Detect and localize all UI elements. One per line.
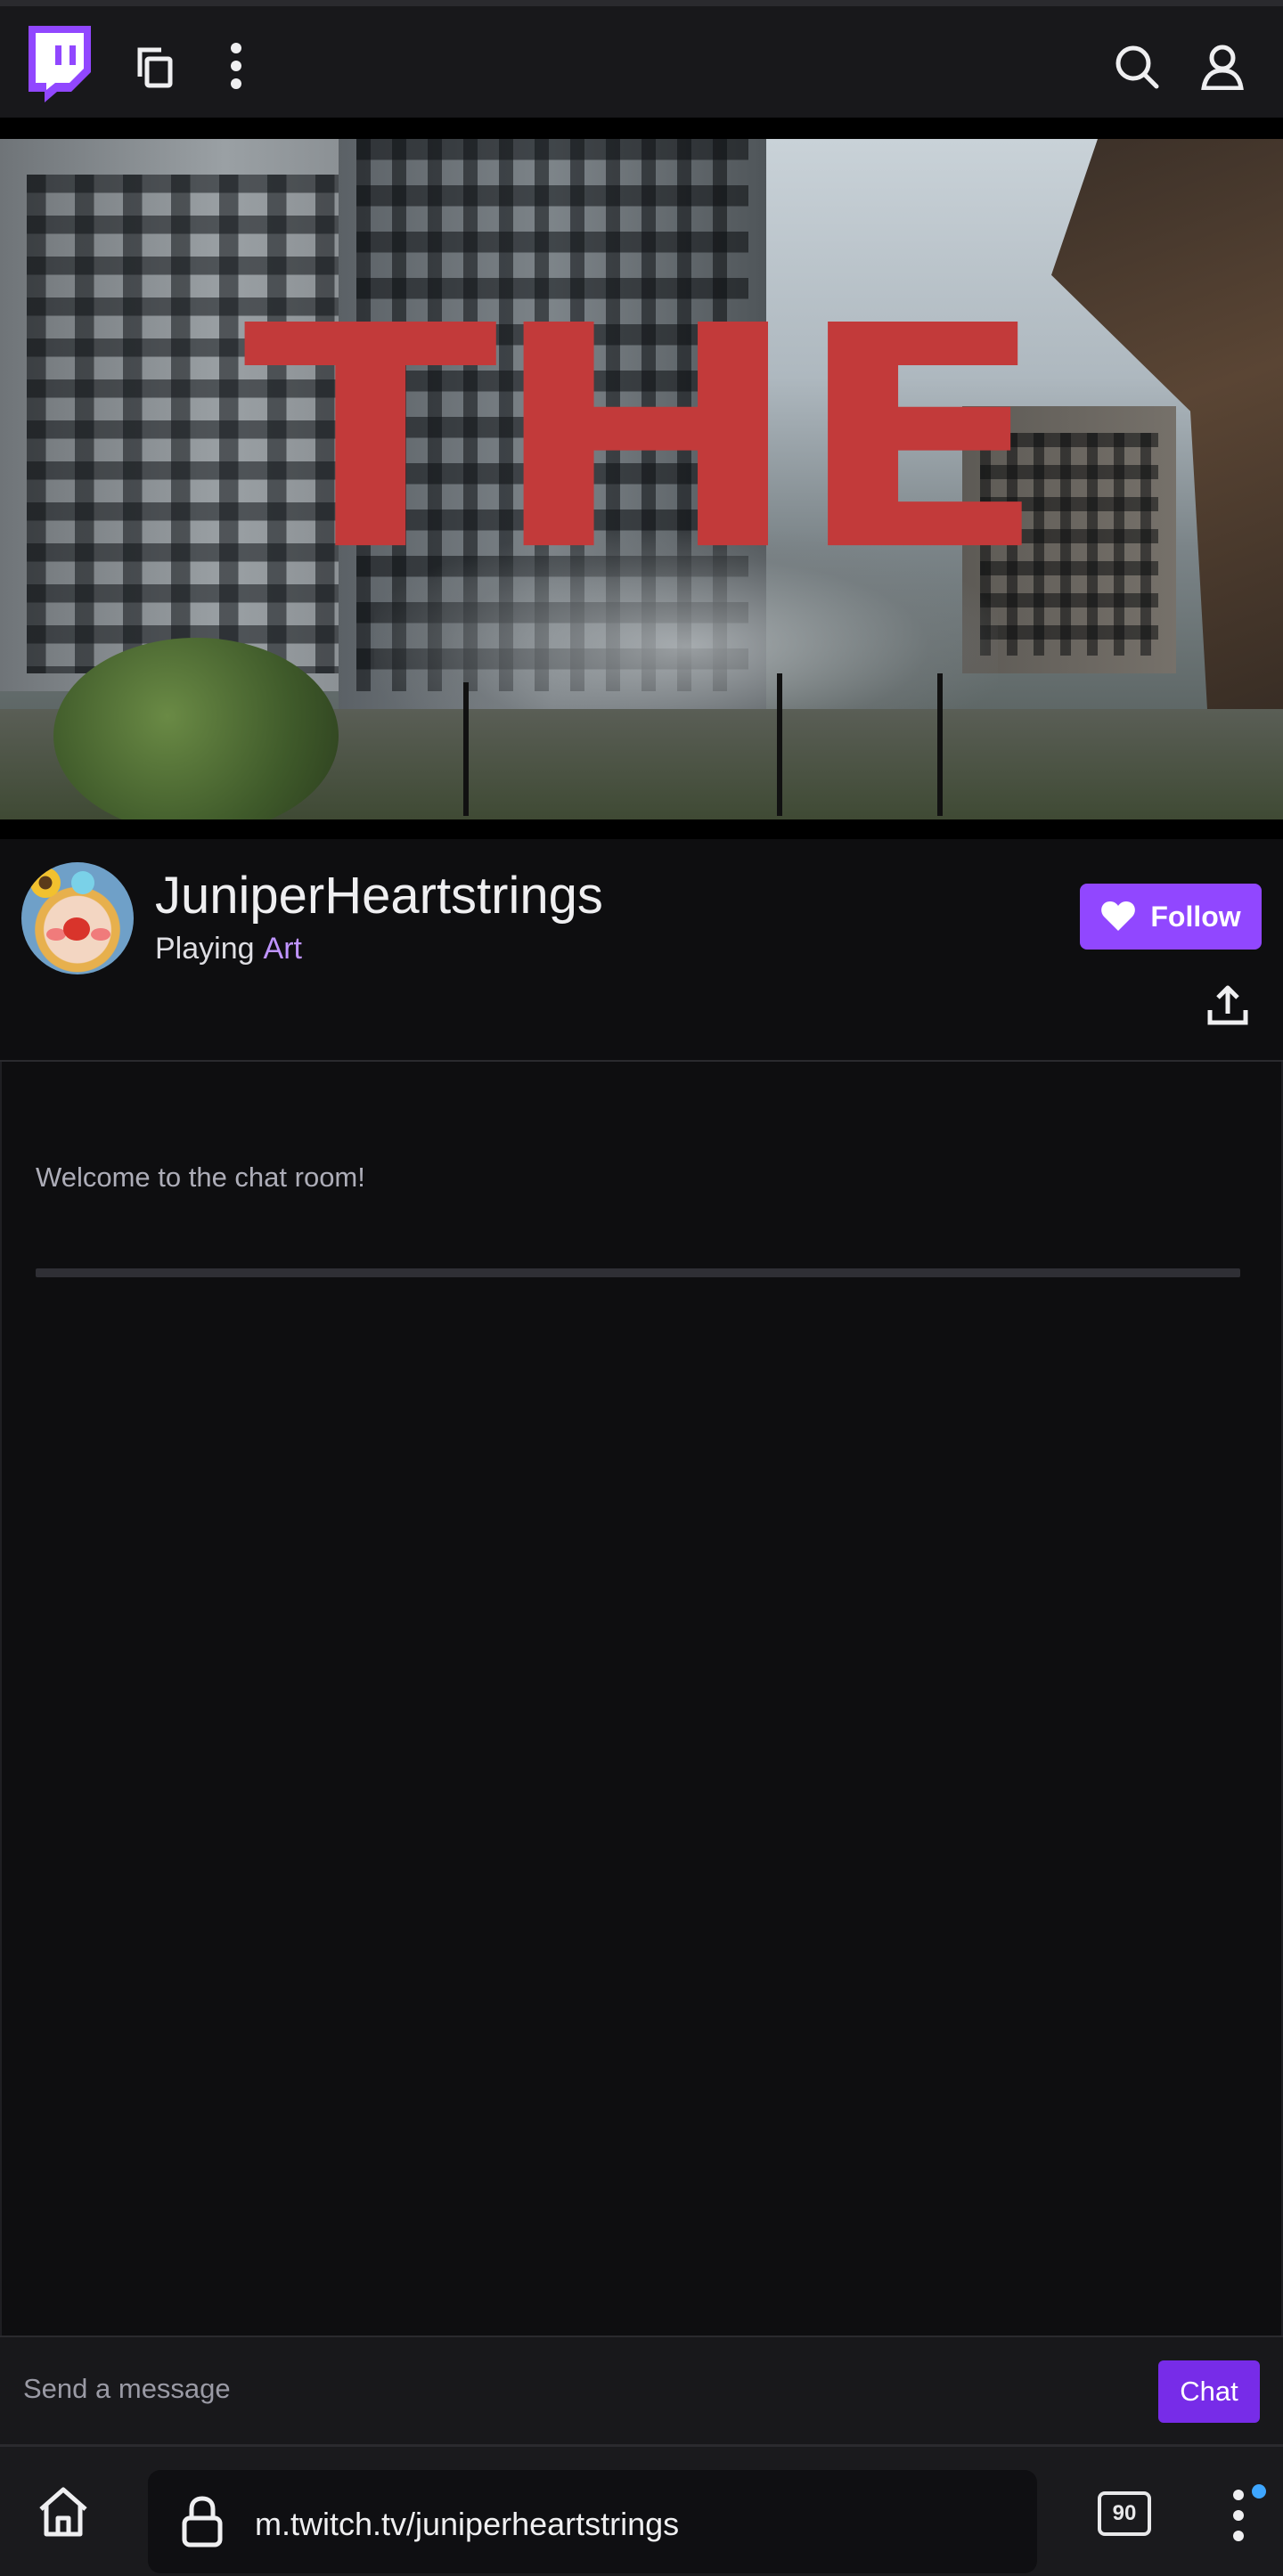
share-upload-icon[interactable] bbox=[1203, 982, 1253, 1031]
playing-line: Playing Art bbox=[155, 932, 302, 966]
tab-count-button[interactable]: 90 bbox=[1098, 2491, 1151, 2536]
top-nav-bar bbox=[0, 0, 1283, 118]
lock-icon bbox=[180, 2495, 225, 2548]
chat-divider bbox=[36, 1268, 1240, 1277]
more-vertical-icon[interactable] bbox=[214, 38, 258, 94]
avatar[interactable] bbox=[21, 862, 134, 974]
twitch-logo-icon[interactable] bbox=[23, 26, 91, 102]
chat-message-input[interactable]: Send a message bbox=[23, 2373, 231, 2405]
chat-welcome-message: Welcome to the chat room! bbox=[36, 1162, 365, 1193]
video-frame-image: THE bbox=[0, 139, 1283, 819]
chat-input-bar: Send a message Chat bbox=[0, 2336, 1283, 2444]
playing-label: Playing bbox=[155, 932, 255, 966]
page: THE JuniperHeartstrings Playing Art Follo… bbox=[0, 0, 1283, 2576]
copy-icon[interactable] bbox=[130, 42, 180, 92]
channel-info: JuniperHeartstrings Playing Art Follow bbox=[0, 839, 1283, 1062]
url-text: m.twitch.tv/juniperheartstrings bbox=[255, 2506, 680, 2542]
notification-dot bbox=[1252, 2484, 1266, 2499]
user-icon[interactable] bbox=[1196, 40, 1249, 94]
browser-toolbar: m.twitch.tv/juniperheartstrings 90 bbox=[0, 2444, 1283, 2576]
heart-icon bbox=[1101, 901, 1136, 931]
home-icon[interactable] bbox=[36, 2484, 91, 2539]
follow-label: Follow bbox=[1150, 900, 1241, 933]
video-player[interactable]: THE bbox=[0, 118, 1283, 839]
address-bar[interactable]: m.twitch.tv/juniperheartstrings bbox=[148, 2470, 1037, 2573]
video-overlay-text: THE bbox=[242, 261, 1050, 619]
browser-menu-icon[interactable] bbox=[1221, 2484, 1256, 2547]
search-icon[interactable] bbox=[1110, 40, 1164, 94]
game-link[interactable]: Art bbox=[264, 932, 302, 966]
follow-button[interactable]: Follow bbox=[1080, 884, 1262, 950]
chat-panel: Welcome to the chat room! bbox=[0, 1062, 1283, 2336]
channel-name[interactable]: JuniperHeartstrings bbox=[155, 866, 603, 925]
chat-send-button[interactable]: Chat bbox=[1158, 2360, 1260, 2423]
